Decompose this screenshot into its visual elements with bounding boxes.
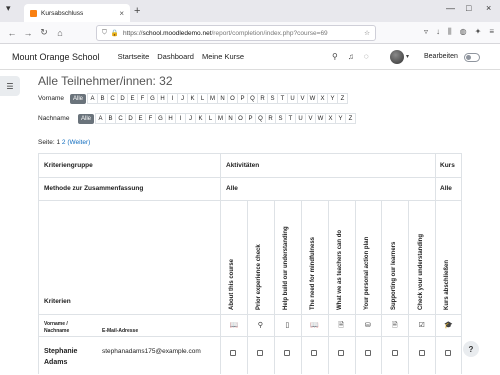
url-bar[interactable]: ⛉ 🔒 https://school.moodledemo.net/report… xyxy=(96,25,376,41)
book-icon: 📖 xyxy=(229,322,239,329)
chevron-down-icon[interactable]: ▾ xyxy=(406,53,409,60)
course-method: Alle xyxy=(440,185,452,192)
browser-nav-bar: ← → ↻ ⌂ ⛉ 🔒 https://school.moodledemo.ne… xyxy=(0,22,500,44)
activity-header-1[interactable]: About this course xyxy=(229,259,235,310)
firstname-filter: Vorname Alle ABCDEFGHIJKLMNOPQRSTUVWXYZ xyxy=(38,93,349,104)
list-icon: ☰ xyxy=(6,81,14,91)
database-icon: ⛁ xyxy=(365,322,371,329)
firstname-letter-z[interactable]: Z xyxy=(337,93,349,104)
forward-icon[interactable]: → xyxy=(20,28,36,38)
choice-icon: ⚲ xyxy=(257,322,263,329)
url-path: /report/completion/index.php?course=69 xyxy=(211,29,328,37)
course-header: Kurs xyxy=(440,162,455,169)
page-title: Alle Teilnehmer/innen: 32 xyxy=(38,74,173,88)
activity-header-6[interactable]: Your personal action plan xyxy=(364,237,370,310)
quiz-icon: ☑ xyxy=(418,322,425,329)
lastname-filter: Nachname Alle ABCDEFGHIJKLMNOPQRSTUVWXYZ xyxy=(38,113,357,124)
activities-header: Aktivitäten xyxy=(226,162,260,169)
pager-label: Seite: xyxy=(38,139,55,146)
completion-checkbox-1[interactable] xyxy=(230,350,237,356)
close-window-icon[interactable]: × xyxy=(486,3,491,13)
messages-icon[interactable]: ◌ xyxy=(364,52,369,61)
minimize-icon[interactable]: — xyxy=(446,3,455,13)
edit-mode-label: Bearbeiten xyxy=(424,53,458,60)
maximize-icon[interactable]: □ xyxy=(466,3,471,13)
close-tab-icon[interactable]: × xyxy=(119,9,124,18)
new-tab-icon[interactable]: + xyxy=(134,5,140,17)
activities-method: Alle xyxy=(226,185,238,192)
pagination: Seite: 1 2 (Weiter) xyxy=(38,139,90,146)
bookmark-star-icon[interactable]: ☆ xyxy=(364,29,370,37)
completion-table: Kriteriengruppe Aktivitäten Kurs Methode… xyxy=(38,153,462,374)
tab-list-icon[interactable]: ▾ xyxy=(6,3,11,14)
activity-header-2[interactable]: Prior experience check xyxy=(256,244,262,310)
site-brand[interactable]: Mount Orange School xyxy=(12,52,100,62)
tab-title: Kursabschluss xyxy=(41,9,84,17)
completion-checkbox-9[interactable] xyxy=(445,350,451,356)
activity-header-9[interactable]: Kurs abschließen xyxy=(444,260,450,310)
firstname-filter-all[interactable]: Alle xyxy=(70,93,87,104)
help-icon: ? xyxy=(468,344,474,354)
activity-header-5[interactable]: What we as teachers can do xyxy=(337,230,343,310)
library-icon[interactable]: ⫼ xyxy=(448,27,452,37)
lock-icon[interactable]: 🔒 xyxy=(111,29,119,37)
pocket-icon[interactable]: ▿ xyxy=(424,27,428,37)
lastname-sort[interactable]: Nachname xyxy=(44,328,69,334)
page-icon: 🗎 xyxy=(392,322,398,329)
page-icon: 🗎 xyxy=(338,322,344,329)
activity-header-7[interactable]: Supporting our learners xyxy=(391,242,397,310)
back-icon[interactable]: ← xyxy=(4,28,20,38)
activity-header-3[interactable]: Help build our understanding xyxy=(283,226,289,310)
firstname-filter-label: Vorname xyxy=(38,95,65,102)
menu-icon[interactable]: ≡ xyxy=(489,27,494,37)
row-aggregation-method: Methode zur Zusammenfassung xyxy=(44,185,144,192)
email-column-header: E-Mail-Adresse xyxy=(102,328,139,334)
student-email: stephanadams175@example.com xyxy=(102,348,201,355)
firstname-sort[interactable]: Vorname / xyxy=(44,321,68,327)
activity-header-4[interactable]: The need for mindfulness xyxy=(310,237,316,310)
help-button[interactable]: ? xyxy=(463,341,479,357)
pager-next[interactable]: (Weiter) xyxy=(67,139,90,146)
site-header: Mount Orange School Startseite Dashboard… xyxy=(0,44,500,70)
reload-icon[interactable]: ↻ xyxy=(36,27,52,38)
shield-icon[interactable]: ⛉ xyxy=(102,29,107,37)
criteria-label: Kriterien xyxy=(44,298,71,305)
lastname-filter-all[interactable]: Alle xyxy=(78,113,95,124)
edit-mode-toggle[interactable] xyxy=(464,53,480,62)
completion-checkbox-5[interactable] xyxy=(338,350,345,356)
graduation-cap-icon: 🎓 xyxy=(444,322,453,329)
student-firstname[interactable]: Stephanie xyxy=(44,348,77,355)
url-host: school.moodledemo.net xyxy=(142,29,212,37)
completion-checkbox-6[interactable] xyxy=(364,350,371,356)
extensions-icon[interactable]: ✦ xyxy=(475,27,482,37)
bell-icon[interactable]: ♫ xyxy=(348,52,354,61)
completion-checkbox-4[interactable] xyxy=(311,350,318,356)
search-icon[interactable]: ⚲ xyxy=(332,52,338,61)
completion-checkbox-2[interactable] xyxy=(257,350,264,356)
glossary-icon: ▯ xyxy=(285,322,290,329)
download-icon[interactable]: ↓ xyxy=(436,27,440,37)
row-criteria-group: Kriteriengruppe xyxy=(44,162,93,169)
student-lastname[interactable]: Adams xyxy=(44,359,67,366)
pager-page-1: 1 xyxy=(56,139,61,146)
browser-tab-bar: ▾ Kursabschluss × + — □ × xyxy=(0,0,500,22)
book-icon: 📖 xyxy=(310,322,319,329)
completion-checkbox-3[interactable] xyxy=(284,350,291,356)
user-avatar[interactable] xyxy=(390,50,404,64)
url-protocol: https:// xyxy=(122,29,143,37)
completion-checkbox-7[interactable] xyxy=(391,350,398,356)
pager-page-2[interactable]: 2 xyxy=(62,139,66,146)
course-index-toggle[interactable]: ☰ xyxy=(0,76,20,96)
home-icon[interactable]: ⌂ xyxy=(52,28,68,38)
moodle-favicon-icon xyxy=(30,9,37,17)
activity-header-8[interactable]: Check your understanding xyxy=(418,234,424,310)
lastname-letter-z[interactable]: Z xyxy=(345,113,357,124)
browser-tab[interactable]: Kursabschluss × xyxy=(24,4,130,22)
nav-meine-kurse[interactable]: Meine Kurse xyxy=(202,52,244,61)
lastname-filter-label: Nachname xyxy=(38,115,70,122)
nav-dashboard[interactable]: Dashboard xyxy=(157,52,194,61)
nav-startseite[interactable]: Startseite xyxy=(118,52,150,61)
account-icon[interactable]: ◍ xyxy=(460,27,467,37)
completion-checkbox-8[interactable] xyxy=(418,350,425,356)
